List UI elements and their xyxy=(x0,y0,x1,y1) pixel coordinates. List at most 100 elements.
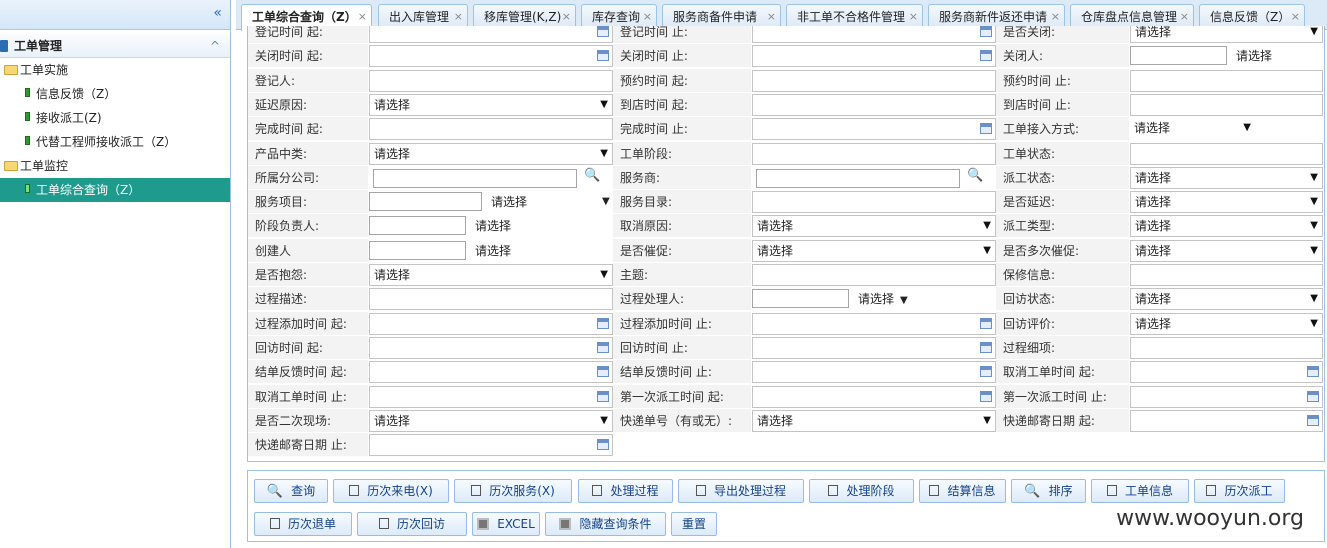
action-button[interactable]: 历次服务(X) xyxy=(454,479,572,503)
calendar-icon[interactable] xyxy=(597,26,609,37)
text-input[interactable] xyxy=(1130,93,1323,116)
text-input[interactable] xyxy=(752,69,996,92)
chevron-up-icon[interactable]: ^ xyxy=(210,34,220,58)
select-dropdown[interactable]: 请选择 ▼ xyxy=(858,287,908,311)
search-icon[interactable]: 🔍 xyxy=(967,168,983,183)
text-input[interactable] xyxy=(1130,46,1227,66)
tree-leaf[interactable]: 信息反馈（Z） xyxy=(0,82,230,106)
text-input[interactable] xyxy=(752,93,996,116)
select-dropdown[interactable]: 请选择 ▼ xyxy=(491,190,611,214)
calendar-icon[interactable] xyxy=(597,366,609,378)
text-input[interactable] xyxy=(369,240,466,260)
tree-section-title[interactable]: 工单管理 ^ xyxy=(0,34,230,58)
action-button[interactable]: 历次回访 xyxy=(357,512,467,536)
date-input[interactable] xyxy=(1130,361,1323,384)
select-dropdown[interactable]: 请选择 ▼ xyxy=(1130,26,1323,43)
text-input[interactable] xyxy=(752,142,996,165)
action-button[interactable]: 导出处理过程 xyxy=(678,479,804,503)
select-dropdown[interactable]: 请选择 ▼ xyxy=(369,264,613,286)
date-input[interactable] xyxy=(369,361,613,384)
select-dropdown[interactable]: 请选择 xyxy=(475,214,511,238)
select-dropdown[interactable]: 请选择 ▼ xyxy=(1130,312,1323,335)
calendar-icon[interactable] xyxy=(980,341,992,353)
date-input[interactable] xyxy=(1130,385,1323,408)
date-input[interactable] xyxy=(752,361,996,384)
action-button[interactable]: 🔍 查询 xyxy=(254,479,328,503)
action-button[interactable]: 历次派工 xyxy=(1194,479,1285,503)
calendar-icon[interactable] xyxy=(597,439,609,451)
select-dropdown[interactable]: 请选择 ▼ xyxy=(1130,118,1255,141)
date-input[interactable] xyxy=(752,312,996,335)
text-input[interactable] xyxy=(369,288,613,311)
select-dropdown[interactable]: 请选择 ▼ xyxy=(752,239,996,262)
text-input[interactable] xyxy=(369,192,482,212)
text-input[interactable] xyxy=(752,289,849,309)
text-input[interactable] xyxy=(1130,336,1323,359)
text-input[interactable] xyxy=(1130,142,1323,165)
select-dropdown[interactable]: 请选择 ▼ xyxy=(1130,191,1323,214)
search-icon[interactable]: 🔍 xyxy=(584,168,600,183)
calendar-icon[interactable] xyxy=(980,390,992,402)
date-input[interactable] xyxy=(369,385,613,408)
calendar-icon[interactable] xyxy=(980,317,992,329)
select-dropdown[interactable]: 请选择 xyxy=(475,239,511,263)
select-dropdown[interactable]: 请选择 ▼ xyxy=(1130,288,1323,311)
date-input[interactable] xyxy=(369,45,613,68)
lookup-input[interactable] xyxy=(373,168,577,188)
date-input[interactable] xyxy=(369,336,613,359)
text-input[interactable] xyxy=(752,191,996,214)
action-button[interactable]: 历次退单 xyxy=(254,512,352,536)
lookup-input[interactable] xyxy=(756,168,960,188)
date-input[interactable] xyxy=(752,385,996,408)
calendar-icon[interactable] xyxy=(980,50,992,62)
text-input[interactable] xyxy=(369,69,613,92)
tree-folder[interactable]: 工单实施 xyxy=(0,58,230,82)
calendar-icon[interactable] xyxy=(597,317,609,329)
action-button[interactable]: EXCEL xyxy=(472,512,540,536)
action-button[interactable]: 处理过程 xyxy=(578,479,673,503)
tree-leaf[interactable]: 工单综合查询（Z） xyxy=(0,178,230,202)
date-input[interactable] xyxy=(752,336,996,359)
date-input[interactable] xyxy=(369,312,613,335)
select-dropdown[interactable]: 请选择 ▼ xyxy=(752,215,996,238)
calendar-icon[interactable] xyxy=(980,366,992,378)
action-button[interactable]: 处理阶段 xyxy=(809,479,914,503)
action-button[interactable]: 隐藏查询条件 xyxy=(545,512,666,536)
select-dropdown[interactable]: 请选择 xyxy=(1236,44,1272,68)
calendar-icon[interactable] xyxy=(597,50,609,62)
action-button[interactable]: 工单信息 xyxy=(1091,479,1189,503)
select-dropdown[interactable]: 请选择 ▼ xyxy=(369,142,613,165)
tree-leaf[interactable]: 接收派工(Z) xyxy=(0,106,230,130)
text-input[interactable] xyxy=(1130,69,1323,92)
select-dropdown[interactable]: 请选择 ▼ xyxy=(369,93,613,116)
tree-leaf[interactable]: 代替工程师接收派工（Z） xyxy=(0,130,230,154)
calendar-icon[interactable] xyxy=(597,390,609,402)
text-input[interactable] xyxy=(1130,264,1323,286)
tree-folder[interactable]: 工单监控 xyxy=(0,154,230,178)
date-input[interactable] xyxy=(752,45,996,68)
calendar-icon[interactable] xyxy=(980,123,992,135)
select-dropdown[interactable]: 请选择 ▼ xyxy=(369,409,613,432)
select-dropdown[interactable]: 请选择 ▼ xyxy=(752,409,996,432)
text-input[interactable] xyxy=(369,118,613,141)
text-input[interactable] xyxy=(369,216,466,236)
select-dropdown[interactable]: 请选择 ▼ xyxy=(1130,166,1323,189)
select-dropdown[interactable]: 请选择 ▼ xyxy=(1130,215,1323,238)
collapse-icon[interactable]: « xyxy=(213,5,222,21)
text-input[interactable] xyxy=(752,264,996,286)
date-input[interactable] xyxy=(752,118,996,141)
calendar-icon[interactable] xyxy=(597,341,609,353)
calendar-icon[interactable] xyxy=(1307,366,1319,378)
action-button[interactable]: 结算信息 xyxy=(919,479,1006,503)
calendar-icon[interactable] xyxy=(1307,390,1319,402)
date-input[interactable] xyxy=(369,434,613,457)
action-button[interactable]: 重置 xyxy=(671,512,717,536)
date-input[interactable] xyxy=(1130,409,1323,432)
calendar-icon[interactable] xyxy=(980,26,992,37)
select-dropdown[interactable]: 请选择 ▼ xyxy=(1130,239,1323,262)
date-input[interactable] xyxy=(369,26,613,43)
action-button[interactable]: 🔍 排序 xyxy=(1011,479,1086,503)
calendar-icon[interactable] xyxy=(1307,414,1319,426)
action-button[interactable]: 历次来电(X) xyxy=(333,479,449,503)
date-input[interactable] xyxy=(752,26,996,43)
